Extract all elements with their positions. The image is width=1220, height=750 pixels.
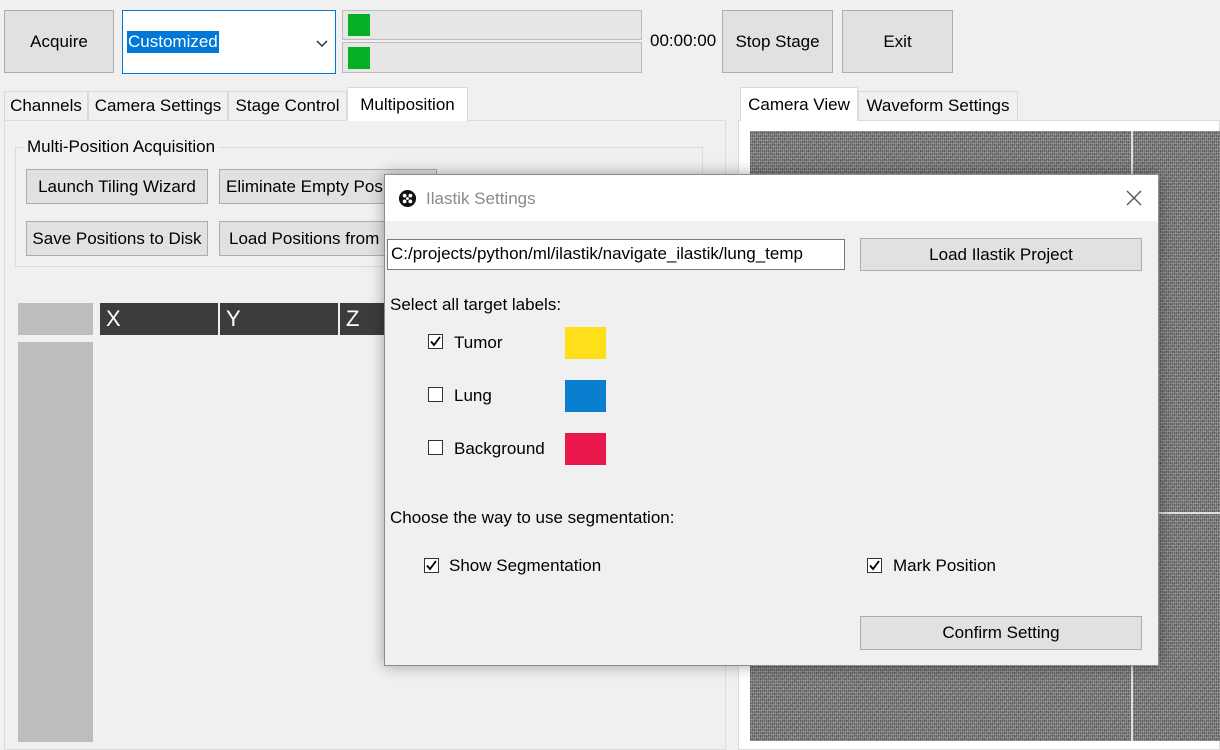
background-label[interactable]: Background: [454, 439, 545, 459]
tab-stage-control[interactable]: Stage Control: [228, 91, 347, 120]
confirm-setting-label: Confirm Setting: [942, 623, 1060, 642]
exit-button[interactable]: Exit: [842, 10, 953, 73]
tab-camera-view-label: Camera View: [748, 94, 850, 114]
chevron-down-icon: [316, 40, 328, 48]
tab-camera-view[interactable]: Camera View: [740, 87, 858, 121]
stop-stage-button[interactable]: Stop Stage: [722, 10, 833, 73]
ilastik-settings-dialog: Ilastik Settings C:/projects/python/ml/i…: [384, 174, 1159, 666]
select-labels-heading: Select all target labels:: [390, 295, 562, 314]
table-corner: [18, 303, 93, 335]
stop-stage-label: Stop Stage: [735, 31, 820, 51]
tab-waveform-settings-label: Waveform Settings: [866, 96, 1010, 115]
load-ilastik-project-button[interactable]: Load Ilastik Project: [860, 238, 1142, 271]
show-segmentation-checkbox[interactable]: [424, 558, 439, 573]
dialog-titlebar: Ilastik Settings: [385, 175, 1158, 221]
lung-color-swatch[interactable]: [565, 380, 606, 412]
progress-bar-top: [342, 10, 642, 40]
multi-position-group-title: Multi-Position Acquisition: [24, 137, 219, 157]
tab-stage-control-label: Stage Control: [235, 96, 340, 115]
progress-bar-bottom: [342, 42, 642, 73]
tumor-label[interactable]: Tumor: [454, 333, 503, 353]
ilastik-logo-icon: [398, 189, 417, 208]
background-checkbox[interactable]: [428, 440, 443, 455]
background-color-swatch[interactable]: [565, 433, 606, 465]
segmentation-heading: Choose the way to use segmentation:: [390, 508, 675, 527]
column-header-y[interactable]: Y: [220, 303, 338, 335]
checkmark-icon: [869, 560, 880, 571]
checkmark-icon: [426, 560, 437, 571]
project-path-input[interactable]: C:/projects/python/ml/ilastik/navigate_i…: [387, 239, 845, 270]
acquire-label: Acquire: [30, 31, 88, 51]
lung-checkbox[interactable]: [428, 387, 443, 402]
checkmark-icon: [430, 336, 441, 347]
tab-multiposition[interactable]: Multiposition: [347, 87, 468, 121]
launch-tiling-wizard-label: Launch Tiling Wizard: [38, 176, 196, 196]
column-header-x[interactable]: X: [100, 303, 218, 335]
tab-multiposition-label: Multiposition: [360, 94, 455, 114]
save-positions-label: Save Positions to Disk: [32, 228, 202, 248]
save-positions-button[interactable]: Save Positions to Disk: [26, 221, 208, 256]
mark-position-label[interactable]: Mark Position: [893, 556, 996, 576]
elapsed-timer: 00:00:00: [650, 31, 717, 50]
lung-label[interactable]: Lung: [454, 386, 492, 406]
close-icon[interactable]: [1126, 190, 1142, 206]
tab-channels-label: Channels: [10, 96, 82, 115]
tab-camera-settings[interactable]: Camera Settings: [88, 91, 228, 120]
tab-waveform-settings[interactable]: Waveform Settings: [858, 91, 1018, 120]
mark-position-checkbox[interactable]: [867, 558, 882, 573]
tumor-color-swatch[interactable]: [565, 327, 606, 359]
tab-camera-settings-label: Camera Settings: [94, 96, 222, 115]
exit-label: Exit: [883, 31, 912, 51]
acquisition-mode-value: Customized: [127, 31, 219, 53]
acquire-button[interactable]: Acquire: [4, 10, 114, 73]
load-ilastik-project-label: Load Ilastik Project: [929, 244, 1073, 264]
table-row-header-column: [18, 342, 93, 742]
confirm-setting-button[interactable]: Confirm Setting: [860, 616, 1142, 650]
dialog-title: Ilastik Settings: [426, 189, 536, 208]
tab-channels[interactable]: Channels: [4, 91, 88, 120]
tumor-checkbox[interactable]: [428, 334, 443, 349]
acquisition-mode-select[interactable]: Customized: [122, 10, 336, 74]
launch-tiling-wizard-button[interactable]: Launch Tiling Wizard: [26, 169, 208, 204]
show-segmentation-label[interactable]: Show Segmentation: [449, 556, 601, 576]
